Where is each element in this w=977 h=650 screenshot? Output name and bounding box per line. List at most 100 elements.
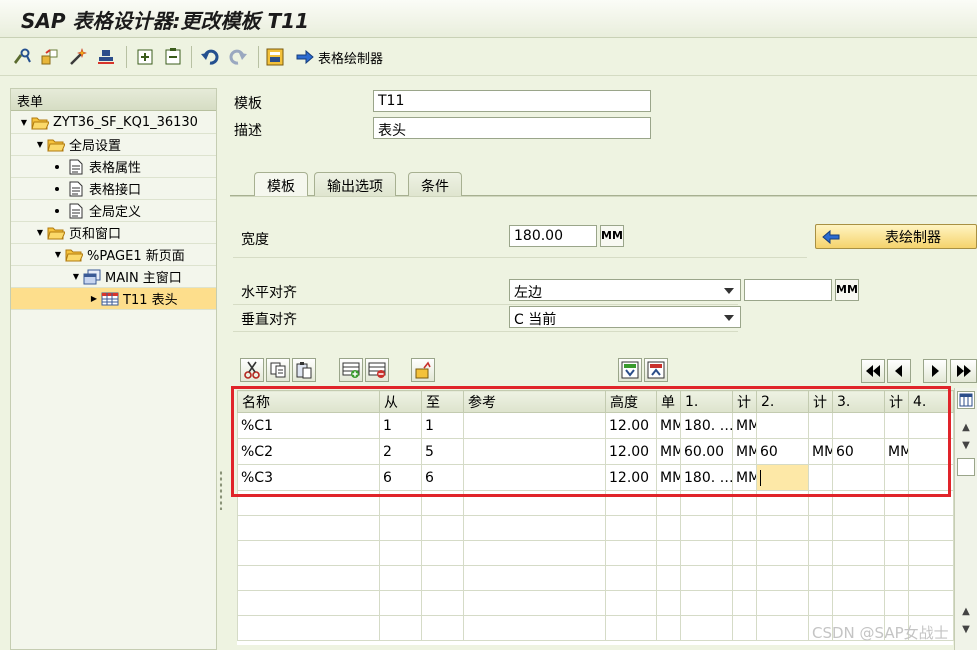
grid-cell[interactable]: MM xyxy=(884,438,909,465)
empty-cell[interactable] xyxy=(832,490,885,516)
collapsed-triangle-icon[interactable]: ▶ xyxy=(89,294,99,303)
empty-cell[interactable] xyxy=(237,565,380,591)
scroll-up-icon[interactable]: ▲ xyxy=(957,418,975,436)
empty-cell[interactable] xyxy=(656,590,681,616)
pane-splitter-handle[interactable] xyxy=(219,470,223,510)
column-header[interactable]: 从 xyxy=(379,390,422,413)
empty-cell[interactable] xyxy=(463,540,606,566)
empty-cell[interactable] xyxy=(680,490,733,516)
grid-cell[interactable]: 2 xyxy=(379,438,422,465)
tree-node-pages-windows[interactable]: ▼ 页和窗口 xyxy=(11,222,216,244)
empty-cell[interactable] xyxy=(656,540,681,566)
empty-cell[interactable] xyxy=(463,615,606,641)
empty-cell[interactable] xyxy=(908,565,954,591)
empty-cell[interactable] xyxy=(379,565,422,591)
tree-node-global-settings[interactable]: ▼ 全局设置 xyxy=(11,134,216,156)
empty-cell[interactable] xyxy=(732,565,757,591)
grid-cell[interactable] xyxy=(908,412,954,439)
grid-cell[interactable]: 1 xyxy=(379,412,422,439)
grid-cell[interactable] xyxy=(908,464,954,491)
next-page-button[interactable] xyxy=(923,359,947,383)
redo-icon[interactable] xyxy=(228,47,248,67)
grid-cell[interactable]: 6 xyxy=(421,464,464,491)
empty-cell[interactable] xyxy=(605,490,657,516)
grid-cell[interactable] xyxy=(808,464,833,491)
empty-cell[interactable] xyxy=(421,615,464,641)
empty-cell[interactable] xyxy=(884,515,909,541)
empty-cell[interactable] xyxy=(732,515,757,541)
grid-cell[interactable] xyxy=(832,464,885,491)
grid-cell[interactable] xyxy=(463,464,606,491)
empty-cell[interactable] xyxy=(908,515,954,541)
vertical-align-select[interactable]: C 当前 xyxy=(509,306,741,328)
empty-cell[interactable] xyxy=(379,540,422,566)
previous-page-button[interactable] xyxy=(887,359,911,383)
empty-cell[interactable] xyxy=(421,565,464,591)
grid-cell[interactable]: %C2 xyxy=(237,438,380,465)
column-header[interactable]: 3. xyxy=(832,390,885,413)
empty-cell[interactable] xyxy=(605,565,657,591)
cut-button[interactable] xyxy=(240,358,264,382)
tree-node-global-definitions[interactable]: 全局定义 xyxy=(11,200,216,222)
empty-cell[interactable] xyxy=(756,515,809,541)
column-header[interactable]: 单 xyxy=(656,390,681,413)
empty-cell[interactable] xyxy=(832,590,885,616)
scroll-thumb[interactable] xyxy=(957,458,975,476)
form-painter-icon[interactable] xyxy=(265,47,285,67)
column-header[interactable]: 计 xyxy=(732,390,757,413)
tab-conditions[interactable]: 条件 xyxy=(408,172,462,196)
empty-cell[interactable] xyxy=(756,615,809,641)
grid-cell[interactable]: MM xyxy=(732,438,757,465)
expand-triangle-icon[interactable]: ▼ xyxy=(53,250,63,259)
empty-cell[interactable] xyxy=(832,565,885,591)
move-button[interactable] xyxy=(411,358,435,382)
empty-cell[interactable] xyxy=(463,490,606,516)
empty-cell[interactable] xyxy=(421,540,464,566)
first-page-button[interactable] xyxy=(861,359,885,383)
empty-cell[interactable] xyxy=(756,540,809,566)
empty-cell[interactable] xyxy=(605,590,657,616)
expand-triangle-icon[interactable]: ▼ xyxy=(19,118,29,127)
tree-node-form-interface[interactable]: 表格接口 xyxy=(11,178,216,200)
grid-cell[interactable]: MM xyxy=(656,412,681,439)
grid-cell[interactable]: 1 xyxy=(421,412,464,439)
empty-cell[interactable] xyxy=(379,590,422,616)
template-name-field[interactable]: T11 xyxy=(373,90,651,112)
empty-cell[interactable] xyxy=(421,515,464,541)
empty-cell[interactable] xyxy=(605,615,657,641)
horizontal-align-select[interactable]: 左边 xyxy=(509,279,741,301)
column-layout-icon[interactable] xyxy=(957,391,975,409)
grid-cell[interactable] xyxy=(463,438,606,465)
empty-cell[interactable] xyxy=(656,515,681,541)
empty-cell[interactable] xyxy=(237,515,380,541)
empty-cell[interactable] xyxy=(463,565,606,591)
scroll-down-icon[interactable]: ▼ xyxy=(957,436,975,454)
grid-cell[interactable]: MM xyxy=(656,438,681,465)
horizontal-offset-unit-field[interactable]: MM xyxy=(835,279,859,301)
empty-cell[interactable] xyxy=(379,490,422,516)
tree-node-table-t11[interactable]: ▶ T11 表头 xyxy=(11,288,216,310)
empty-cell[interactable] xyxy=(732,490,757,516)
grid-cell[interactable]: 60.00 xyxy=(680,438,733,465)
grid-cell[interactable]: MM xyxy=(732,412,757,439)
magic-wand-icon[interactable] xyxy=(68,47,88,67)
tree-node-form[interactable]: ▼ ZYT36_SF_KQ1_36130 xyxy=(11,112,216,134)
tree-node-main-window[interactable]: ▼ MAIN 主窗口 xyxy=(11,266,216,288)
collapse-icon[interactable] xyxy=(163,47,183,67)
copy-button[interactable] xyxy=(266,358,290,382)
grid-cell[interactable]: 180. … xyxy=(680,412,733,439)
merge-cells-button[interactable] xyxy=(618,358,642,382)
grid-cell[interactable] xyxy=(884,464,909,491)
column-header[interactable]: 名称 xyxy=(237,390,380,413)
empty-cell[interactable] xyxy=(237,615,380,641)
grid-cell[interactable] xyxy=(463,412,606,439)
empty-cell[interactable] xyxy=(808,590,833,616)
empty-cell[interactable] xyxy=(908,540,954,566)
empty-cell[interactable] xyxy=(808,565,833,591)
empty-cell[interactable] xyxy=(237,490,380,516)
stamp-icon[interactable] xyxy=(96,47,116,67)
column-header[interactable]: 至 xyxy=(421,390,464,413)
grid-cell[interactable] xyxy=(808,412,833,439)
horizontal-offset-field[interactable] xyxy=(744,279,832,301)
empty-cell[interactable] xyxy=(463,515,606,541)
